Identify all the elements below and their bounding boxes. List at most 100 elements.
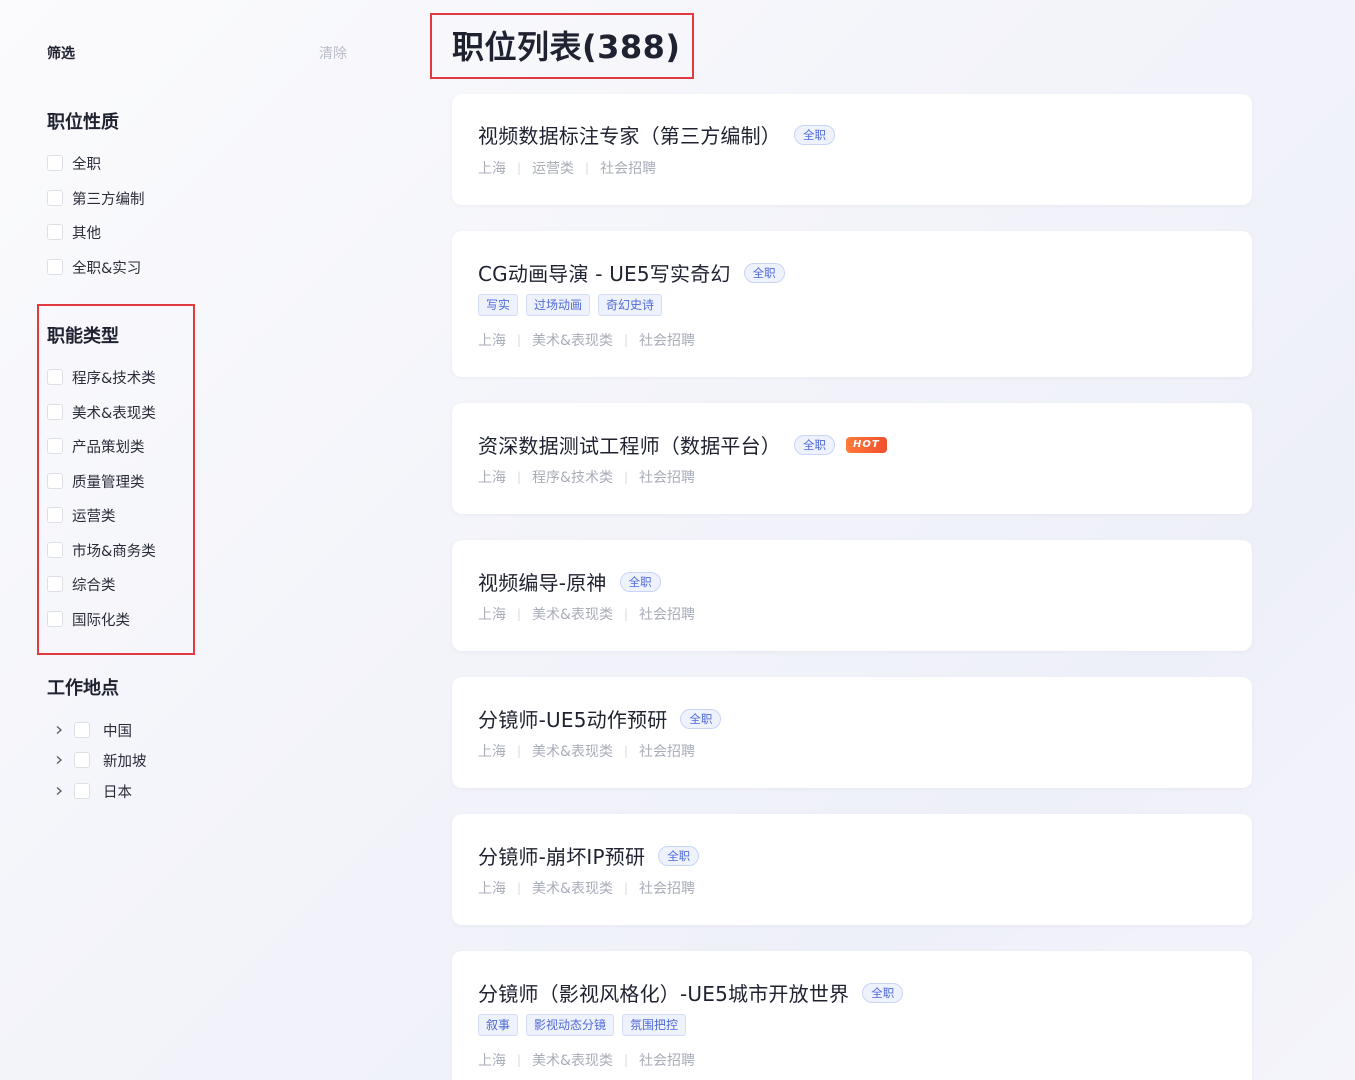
job-recruit-type: 社会招聘 — [639, 1053, 696, 1069]
job-recruit-type: 社会招聘 — [639, 470, 696, 486]
job-recruit-type: 社会招聘 — [639, 607, 696, 623]
job-card[interactable]: 视频编导-原神 全职 上海 | 美术&表现类 | 社会招聘 — [452, 540, 1252, 651]
job-category-option[interactable]: 程序&技术类 — [47, 367, 156, 387]
job-card[interactable]: 分镜师-崩坏IP预研 全职 上海 | 美术&表现类 | 社会招聘 — [452, 814, 1252, 925]
job-city: 上海 — [478, 881, 506, 897]
chevron-right-icon[interactable] — [52, 723, 66, 737]
location-option-japan[interactable]: 日本 — [52, 781, 132, 801]
divider: | — [623, 607, 629, 621]
option-label: 新加坡 — [103, 753, 147, 770]
divider: | — [517, 161, 522, 175]
job-meta: 上海 | 美术&表现类 | 社会招聘 — [478, 741, 695, 761]
job-card[interactable]: 分镜师（影视风格化）-UE5城市开放世界 全职 叙事 影视动态分镜 氛围把控 上… — [452, 951, 1252, 1080]
checkbox[interactable] — [47, 190, 63, 206]
divider: | — [517, 333, 522, 347]
job-category-option[interactable]: 质量管理类 — [47, 471, 145, 491]
job-card[interactable]: 视频数据标注专家（第三方编制） 全职 上海 | 运营类 | 社会招聘 — [452, 94, 1252, 205]
job-tag: 过场动画 — [526, 294, 591, 316]
job-tag: 写实 — [478, 294, 519, 316]
job-nature-option-other[interactable]: 其他 — [47, 222, 101, 242]
checkbox[interactable] — [47, 473, 63, 489]
job-category-title: 职能类型 — [47, 326, 119, 347]
job-title: 分镜师（影视风格化）-UE5城市开放世界 — [478, 982, 850, 1006]
option-label: 美术&表现类 — [72, 405, 156, 422]
job-meta: 上海 | 美术&表现类 | 社会招聘 — [478, 330, 695, 350]
job-recruit-type: 社会招聘 — [600, 161, 657, 177]
job-title: 视频编导-原神 — [478, 571, 607, 595]
job-card[interactable]: CG动画导演 - UE5写实奇幻 全职 写实 过场动画 奇幻史诗 上海 | 美术&… — [452, 231, 1252, 377]
divider: | — [623, 1053, 629, 1067]
checkbox[interactable] — [47, 259, 63, 275]
divider: | — [517, 1053, 522, 1067]
checkbox[interactable] — [47, 507, 63, 523]
fulltime-badge: 全职 — [619, 571, 661, 592]
divider: | — [623, 744, 629, 758]
fulltime-badge: 全职 — [658, 845, 700, 866]
chevron-right-icon[interactable] — [52, 784, 66, 798]
job-category-option[interactable]: 运营类 — [47, 505, 116, 525]
option-label: 质量管理类 — [72, 474, 145, 491]
location-option-china[interactable]: 中国 — [52, 720, 132, 740]
job-meta: 上海 | 美术&表现类 | 社会招聘 — [478, 1050, 695, 1070]
job-city: 上海 — [478, 470, 506, 486]
option-label: 全职 — [72, 156, 101, 173]
option-label: 产品策划类 — [72, 439, 145, 456]
job-nature-title: 职位性质 — [47, 112, 119, 133]
checkbox[interactable] — [74, 783, 90, 799]
job-card[interactable]: 分镜师-UE5动作预研 全职 上海 | 美术&表现类 | 社会招聘 — [452, 677, 1252, 788]
job-title-row: CG动画导演 - UE5写实奇幻 全职 — [478, 258, 785, 287]
divider: | — [517, 744, 522, 758]
job-card[interactable]: 资深数据测试工程师（数据平台） 全职 HOT 上海 | 程序&技术类 | 社会招聘 — [452, 403, 1252, 514]
option-label: 市场&商务类 — [72, 543, 156, 560]
checkbox[interactable] — [47, 611, 63, 627]
job-category-option[interactable]: 国际化类 — [47, 609, 130, 629]
job-title: 视频数据标注专家（第三方编制） — [478, 124, 781, 148]
divider: | — [623, 333, 629, 347]
page-title: 职位列表(388) — [452, 28, 681, 66]
checkbox[interactable] — [74, 722, 90, 738]
option-label: 运营类 — [72, 508, 116, 525]
job-category-option[interactable]: 美术&表现类 — [47, 402, 156, 422]
chevron-right-icon[interactable] — [52, 753, 66, 767]
fulltime-badge: 全职 — [794, 434, 835, 455]
job-title: 分镜师-崩坏IP预研 — [478, 845, 646, 869]
option-label: 中国 — [103, 723, 132, 740]
job-city: 上海 — [478, 607, 506, 623]
location-option-singapore[interactable]: 新加坡 — [52, 750, 147, 770]
checkbox[interactable] — [74, 752, 90, 768]
job-city: 上海 — [478, 744, 506, 760]
checkbox[interactable] — [47, 224, 63, 240]
job-meta: 上海 | 美术&表现类 | 社会招聘 — [478, 878, 695, 898]
job-recruit-type: 社会招聘 — [639, 333, 696, 349]
job-title-row: 分镜师-UE5动作预研 全职 — [478, 704, 722, 733]
job-title-row: 资深数据测试工程师（数据平台） 全职 HOT — [478, 430, 887, 459]
job-tag: 叙事 — [478, 1014, 519, 1036]
job-title: CG动画导演 - UE5写实奇幻 — [478, 262, 731, 286]
option-label: 程序&技术类 — [72, 370, 156, 387]
job-category: 美术&表现类 — [532, 607, 613, 623]
job-category-option[interactable]: 市场&商务类 — [47, 540, 156, 560]
checkbox[interactable] — [47, 155, 63, 171]
checkbox[interactable] — [47, 576, 63, 592]
checkbox[interactable] — [47, 542, 63, 558]
job-recruit-type: 社会招聘 — [639, 744, 696, 760]
clear-filters-button[interactable]: 清除 — [319, 43, 347, 63]
checkbox[interactable] — [47, 438, 63, 454]
job-nature-option-fulltime[interactable]: 全职 — [47, 153, 101, 173]
option-label: 综合类 — [72, 577, 116, 594]
job-nature-option-third-party[interactable]: 第三方编制 — [47, 188, 145, 208]
job-title: 资深数据测试工程师（数据平台） — [478, 434, 781, 458]
job-meta: 上海 | 美术&表现类 | 社会招聘 — [478, 604, 695, 624]
job-meta: 上海 | 程序&技术类 | 社会招聘 — [478, 467, 695, 487]
filter-title: 筛选 — [47, 46, 75, 62]
job-category-option[interactable]: 综合类 — [47, 574, 116, 594]
checkbox[interactable] — [47, 404, 63, 420]
job-nature-option-fulltime-intern[interactable]: 全职&实习 — [47, 257, 141, 277]
checkbox[interactable] — [47, 369, 63, 385]
job-city: 上海 — [478, 333, 506, 349]
job-tags: 叙事 影视动态分镜 氛围把控 — [478, 1014, 694, 1036]
job-category-option[interactable]: 产品策划类 — [47, 436, 145, 456]
job-category: 运营类 — [532, 161, 575, 177]
fulltime-badge: 全职 — [743, 262, 785, 283]
job-tag: 奇幻史诗 — [598, 294, 663, 316]
